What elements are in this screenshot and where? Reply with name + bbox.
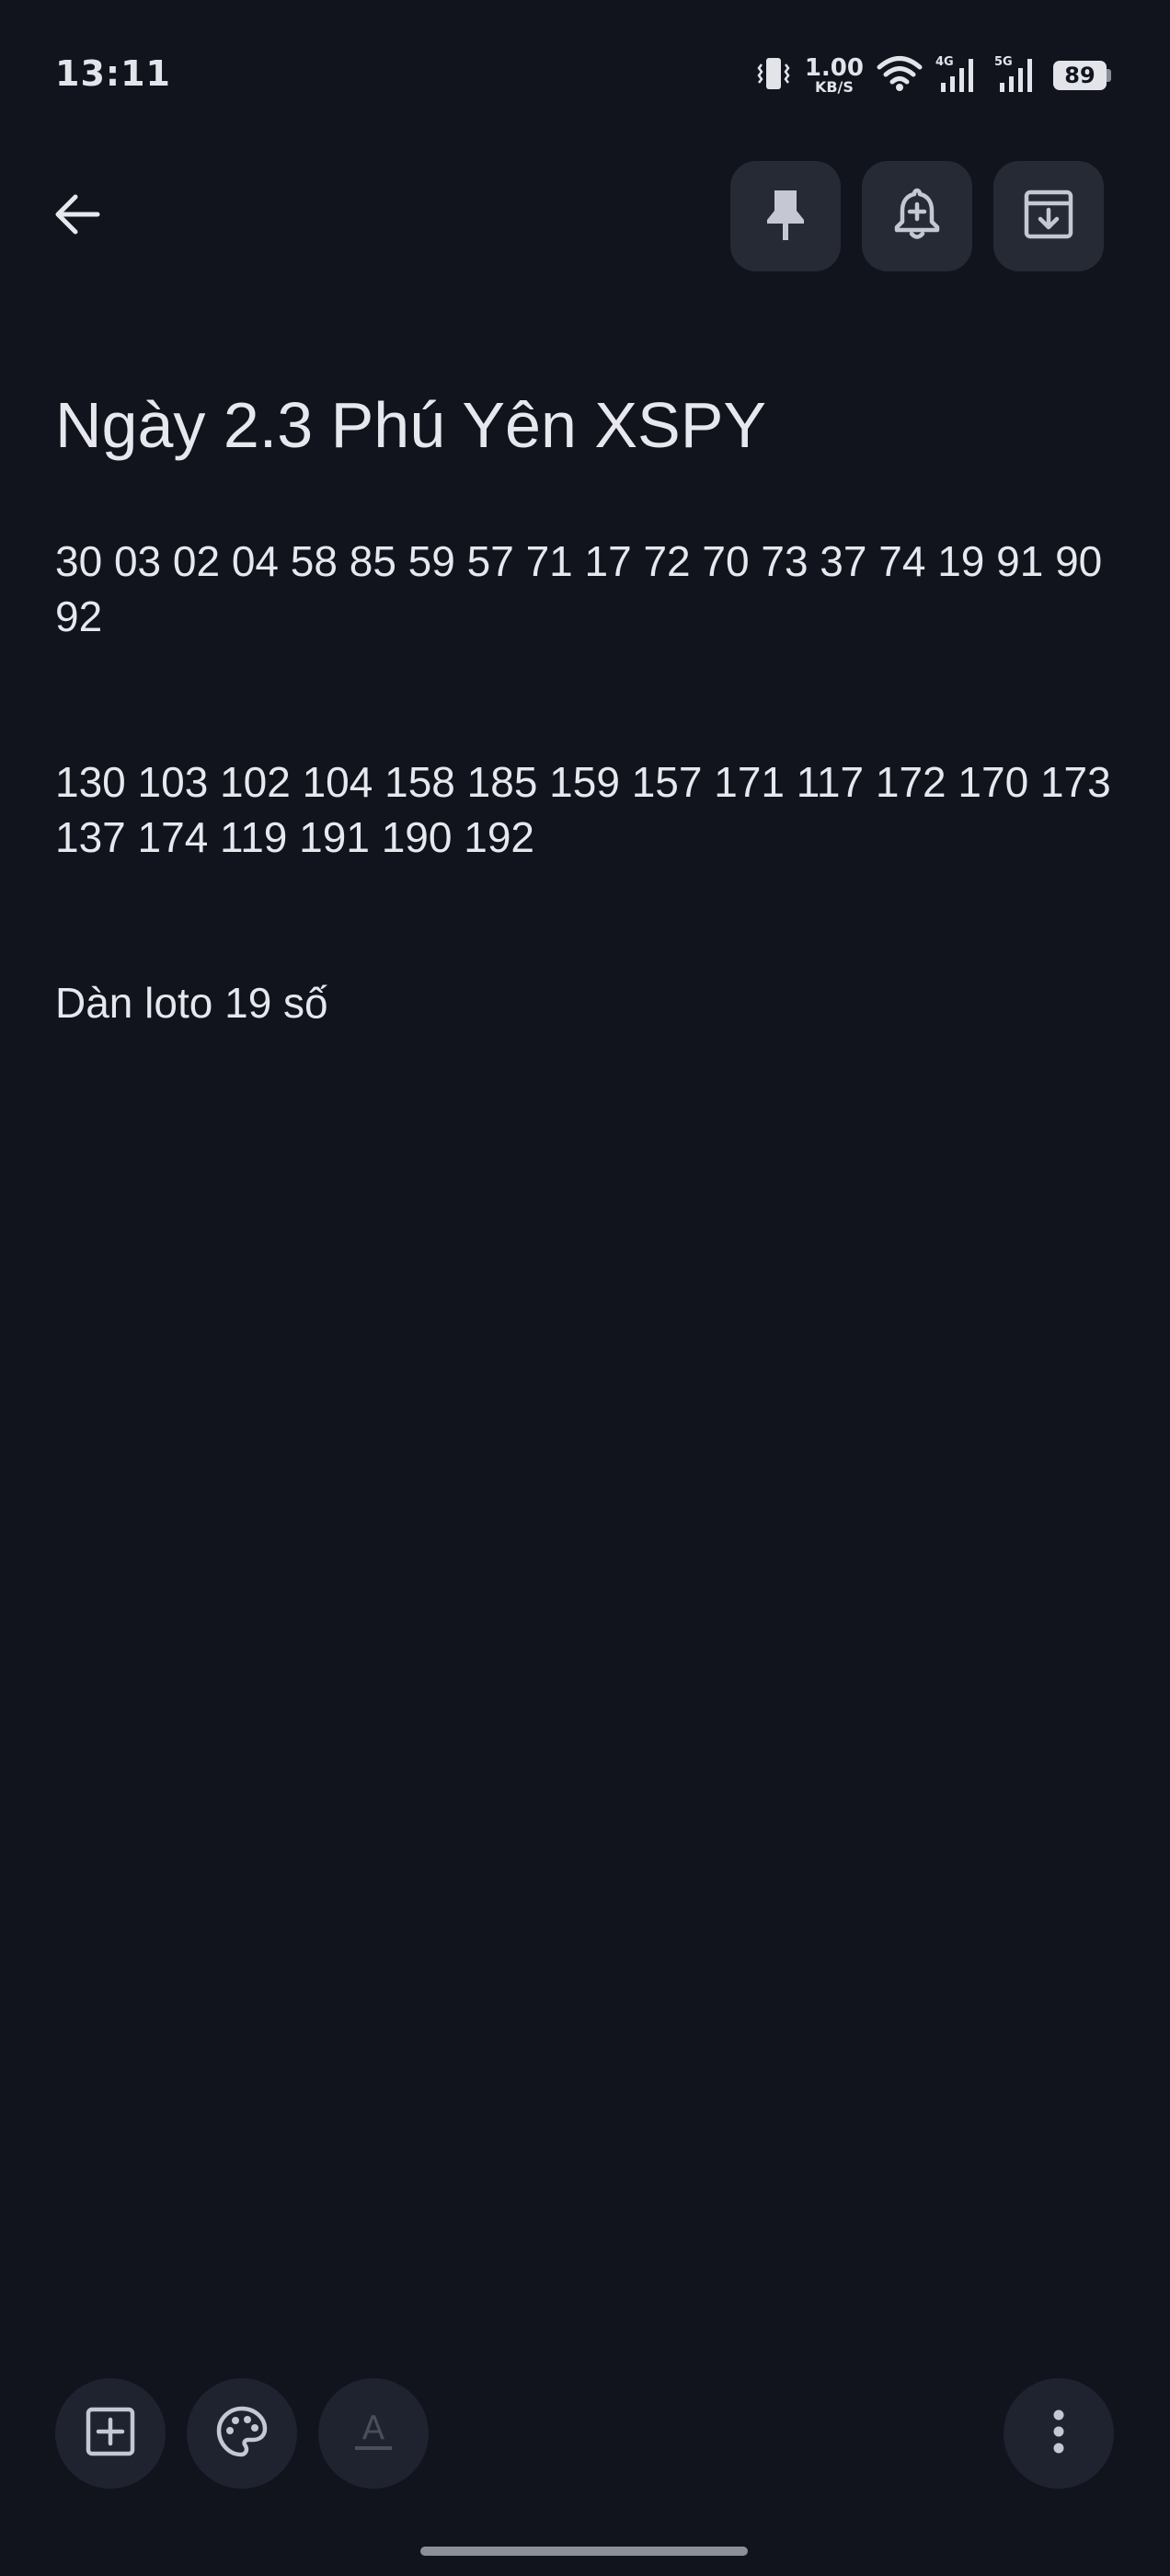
more-options-button[interactable] xyxy=(1004,2378,1114,2489)
battery-level: 89 xyxy=(1053,61,1107,90)
vibrate-icon xyxy=(755,53,792,98)
network-speed-value: 1.00 xyxy=(804,54,864,82)
wifi-icon xyxy=(877,55,923,97)
battery-icon: 89 xyxy=(1053,61,1111,90)
note-paragraph-2: 130 103 102 104 158 185 159 157 171 117 … xyxy=(55,758,1123,861)
signal-4g-label: 4G xyxy=(935,55,954,69)
palette-icon xyxy=(214,2404,270,2464)
bell-add-icon xyxy=(891,187,943,247)
pin-icon xyxy=(762,187,809,247)
cell-signal-5g-icon: 5G xyxy=(994,53,1040,98)
status-time: 13:11 xyxy=(55,53,171,94)
bottom-toolbar: A xyxy=(0,2378,1170,2489)
back-button[interactable] xyxy=(44,187,110,246)
status-icons: 1.00 KB/S 4G 5G 89 xyxy=(755,53,1111,98)
note-paragraph-1: 30 03 02 04 58 85 59 57 71 17 72 70 73 3… xyxy=(55,537,1115,640)
reminder-button[interactable] xyxy=(862,161,972,271)
network-speed: 1.00 KB/S xyxy=(805,56,864,95)
add-content-button[interactable] xyxy=(55,2378,166,2489)
note-toolbar xyxy=(0,161,1170,271)
text-format-button: A xyxy=(318,2378,429,2489)
archive-button[interactable] xyxy=(993,161,1104,271)
signal-5g-label: 5G xyxy=(994,55,1013,69)
text-format-label: A xyxy=(362,2409,385,2447)
battery-tip xyxy=(1107,69,1111,82)
text-format-icon: A xyxy=(348,2406,399,2462)
add-box-icon xyxy=(84,2405,137,2463)
pin-button[interactable] xyxy=(730,161,841,271)
note-paragraph-3: Dàn loto 19 số xyxy=(55,979,328,1027)
status-bar: 13:11 1.00 KB/S 4G 5G 89 xyxy=(0,0,1170,147)
cell-signal-4g-icon: 4G xyxy=(935,53,981,98)
back-arrow-icon xyxy=(52,189,103,245)
home-indicator[interactable] xyxy=(420,2547,748,2556)
network-speed-unit: KB/S xyxy=(814,78,854,96)
more-vert-icon xyxy=(1050,2406,1068,2462)
note-title[interactable]: Ngày 2.3 Phú Yên XSPY xyxy=(55,386,1113,464)
color-palette-button[interactable] xyxy=(187,2378,297,2489)
archive-icon xyxy=(1022,188,1075,246)
